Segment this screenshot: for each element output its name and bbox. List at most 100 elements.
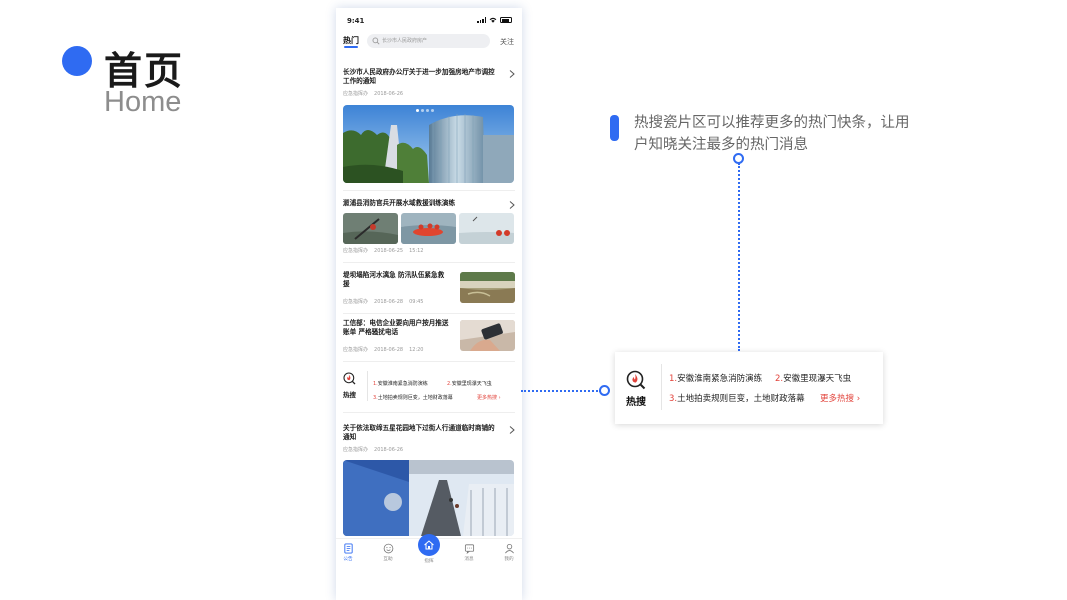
news-source: 应急指挥办 xyxy=(343,299,369,305)
tab-hot[interactable]: 热门 xyxy=(343,35,359,46)
battery-icon xyxy=(500,17,512,23)
more-hot-search-link[interactable]: 更多热搜 › xyxy=(820,392,860,404)
hot-search-module[interactable]: 热搜 1.安徽淮南紧急消防演练 2.安徽里现瀑天飞虫 3.土地拍卖规则巨变，土地… xyxy=(343,366,515,410)
news-thumbnail[interactable] xyxy=(343,213,398,244)
news-thumbnail[interactable] xyxy=(401,213,456,244)
news-card[interactable]: 溆浦县消防官兵开展水域救援训练演练 应急指挥办 2018-06-25 15:12 xyxy=(343,199,515,259)
news-date: 2018-06-25 xyxy=(374,248,404,254)
news-title: 长沙市人民政府办公厅关于进一步加强房地产市调控工作的通知 xyxy=(343,68,495,85)
feed-divider xyxy=(343,190,515,191)
nav-item-notice[interactable]: 公告 xyxy=(336,543,361,562)
news-meta: 应急指挥办 2018-06-28 09:45 xyxy=(343,298,424,305)
news-source: 应急指挥办 xyxy=(343,447,369,453)
news-time: 15:12 xyxy=(409,248,424,254)
news-thumbnails xyxy=(343,213,514,244)
hot-search-item[interactable]: 1.安徽淮南紧急消防演练 xyxy=(373,380,428,387)
tab-follow[interactable]: 关注 xyxy=(500,37,514,47)
news-title: 溆浦县消防官兵开展水域救援训练演练 xyxy=(343,199,456,207)
more-hot-search-link[interactable]: 更多热搜 › xyxy=(477,394,501,401)
feed-divider xyxy=(343,361,515,362)
nav-item-help[interactable]: 互助 xyxy=(375,543,401,562)
bottom-nav: 公告 互助 指挥 消息 我的 xyxy=(336,534,522,568)
news-source: 应急指挥办 xyxy=(343,248,369,254)
notice-icon xyxy=(343,543,353,554)
annotation-marker xyxy=(610,115,619,141)
news-card[interactable]: 关于依法取缔五星花园地下过街人行通道临时商铺的通知 应急指挥办 2018-06-2… xyxy=(343,424,515,536)
wifi-icon xyxy=(489,17,497,23)
connector-line-vertical xyxy=(738,163,740,351)
nav-item-messages[interactable]: 消息 xyxy=(456,543,482,562)
underpass-photo xyxy=(343,460,514,536)
tab-active-indicator xyxy=(344,46,358,48)
skyscraper-photo xyxy=(343,105,514,183)
slide-title-en: Home xyxy=(104,86,182,118)
status-icons xyxy=(477,17,512,23)
search-box[interactable] xyxy=(367,34,490,48)
news-date: 2018-06-26 xyxy=(374,91,404,97)
news-card[interactable]: 长沙市人民政府办公厅关于进一步加强房地产市调控工作的通知 应急指挥办 2018-0… xyxy=(343,68,515,186)
news-title: 工信部：电信企业要向用户按月推送账单 严格骚扰电话 xyxy=(343,319,449,336)
hot-search-detail-card: 热搜 1.安徽淮南紧急消防演练 2.安徽里现瀑天飞虫 3.土地拍卖规则巨变，土地… xyxy=(615,352,883,424)
hot-search-item[interactable]: 2.安徽里现瀑天飞虫 xyxy=(775,372,851,384)
phone-hand-photo xyxy=(460,320,515,351)
hot-search-item[interactable]: 3.土地拍卖规则巨变，土地财政落幕 xyxy=(373,394,453,401)
feed-divider xyxy=(343,313,515,314)
hot-search-divider xyxy=(367,371,368,401)
hot-search-item[interactable]: 1.安徽淮南紧急消防演练 xyxy=(669,372,762,384)
news-source: 应急指挥办 xyxy=(343,347,369,353)
news-card[interactable]: 工信部：电信企业要向用户按月推送账单 严格骚扰电话 应急指挥办 2018-06-2… xyxy=(343,319,515,357)
news-meta: 应急指挥办 2018-06-25 15:12 xyxy=(343,247,424,254)
news-date: 2018-06-28 xyxy=(374,347,404,353)
news-banner-image[interactable] xyxy=(343,460,514,536)
user-icon xyxy=(504,543,514,554)
search-icon xyxy=(372,37,380,45)
chevron-right-icon xyxy=(509,70,515,78)
smile-icon xyxy=(383,543,393,554)
rescue-photo-3 xyxy=(459,213,514,244)
signal-icon xyxy=(477,17,486,23)
news-time: 09:45 xyxy=(409,299,424,305)
news-thumbnail[interactable] xyxy=(460,272,515,303)
news-time: 12:20 xyxy=(409,347,424,353)
hot-search-label: 热搜 xyxy=(343,391,356,399)
news-date: 2018-06-26 xyxy=(374,447,404,453)
nav-item-command[interactable] xyxy=(418,534,440,556)
chevron-right-icon xyxy=(509,201,515,209)
news-meta: 应急指挥办 2018-06-26 xyxy=(343,446,515,453)
news-thumbnail[interactable] xyxy=(460,320,515,351)
hot-search-label: 热搜 xyxy=(626,397,646,408)
title-bullet-dot xyxy=(62,46,92,76)
top-nav: 热门 关注 xyxy=(336,34,522,50)
news-date: 2018-06-28 xyxy=(374,299,404,305)
connector-endpoint xyxy=(599,385,610,396)
news-source: 应急指挥办 xyxy=(343,91,369,97)
flood-photo xyxy=(460,272,515,303)
hot-search-icon xyxy=(343,372,356,385)
home-icon xyxy=(424,540,434,550)
news-title: 堤坝塌陷河水漓急 防汛队伍紧急救援 xyxy=(343,271,445,288)
feed-divider xyxy=(343,412,515,413)
feed-divider xyxy=(343,262,515,263)
news-title: 关于依法取缔五星花园地下过街人行通道临时商铺的通知 xyxy=(343,424,495,441)
hot-search-item[interactable]: 2.安徽里现瀑天飞虫 xyxy=(447,380,492,387)
news-thumbnail[interactable] xyxy=(459,213,514,244)
news-meta: 应急指挥办 2018-06-26 xyxy=(343,90,515,97)
hot-search-divider xyxy=(661,364,662,410)
message-icon xyxy=(464,544,474,554)
news-card[interactable]: 堤坝塌陷河水漓急 防汛队伍紧急救援 应急指挥办 2018-06-28 09:45 xyxy=(343,271,515,309)
search-input[interactable] xyxy=(382,36,482,46)
hot-search-item[interactable]: 3.土地拍卖规则巨变，土地财政落幕 xyxy=(669,392,805,404)
annotation-text: 热搜瓷片区可以推荐更多的热门快条，让用户知晓关注最多的热门消息 xyxy=(634,115,910,153)
phone-mockup: 9:41 热门 关注 长沙市人民政府办公厅关于进一步加强房地产市调控工作的通知 … xyxy=(336,8,522,600)
nav-item-profile[interactable]: 我的 xyxy=(496,543,522,562)
news-banner-image[interactable] xyxy=(343,105,514,183)
carousel-dots[interactable] xyxy=(416,109,434,112)
status-time: 9:41 xyxy=(347,17,365,25)
news-meta: 应急指挥办 2018-06-28 12:20 xyxy=(343,346,424,353)
rescue-photo-1 xyxy=(343,213,398,244)
nav-item-command-label: 指挥 xyxy=(424,559,434,564)
hot-search-icon xyxy=(626,370,646,390)
rescue-photo-2 xyxy=(401,213,456,244)
connector-line-horizontal xyxy=(521,390,601,392)
status-bar: 9:41 xyxy=(336,8,522,32)
